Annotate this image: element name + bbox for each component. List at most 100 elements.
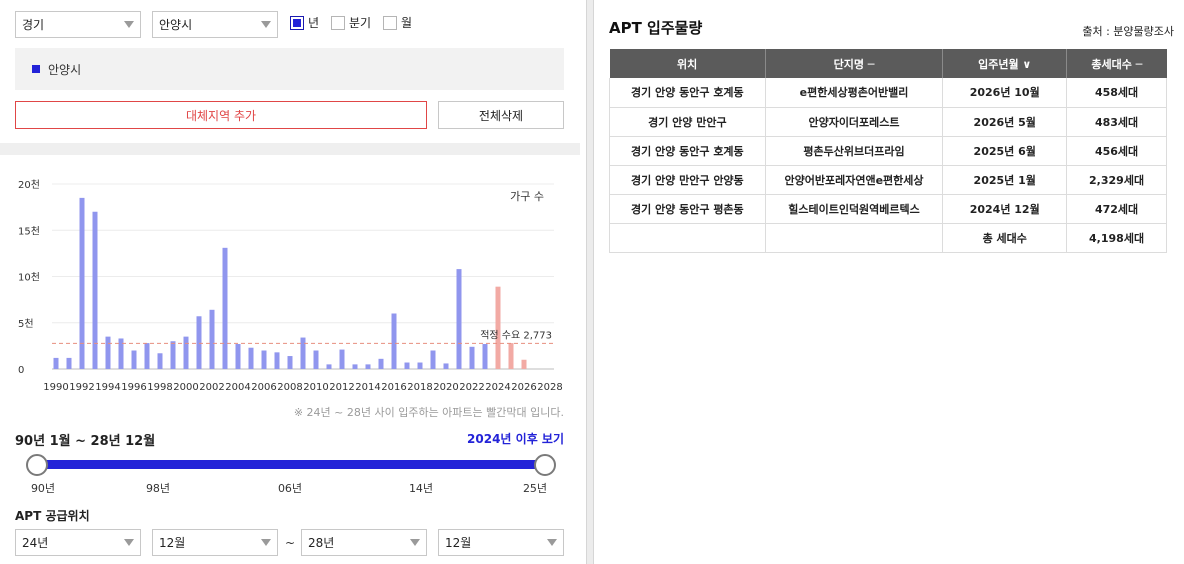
column-header-location[interactable]: 위치	[609, 49, 766, 78]
column-header-move-in[interactable]: 입주년월 ∨	[942, 49, 1068, 78]
total-label: 총 세대수	[942, 223, 1068, 253]
table-row: 경기 안양 만안구 안양동 안양어반포레자연앤e편한세상 2025년 1월 2,329…	[609, 165, 1167, 195]
data-source: 출처 : 분양물량조사	[1082, 25, 1174, 38]
bar	[222, 247, 228, 369]
range-slider-end-handle[interactable]	[534, 454, 556, 476]
bar	[482, 344, 488, 369]
table-cell: 안양자이더포레스트	[765, 107, 944, 137]
range-separator: ~	[285, 536, 296, 550]
x-tick-label: 2018	[407, 382, 432, 393]
range-slider-track[interactable]	[37, 460, 545, 469]
x-tick-label: 2016	[381, 382, 406, 393]
period-month-label: 월	[401, 16, 413, 30]
from-month-select[interactable]: 12월	[152, 529, 278, 556]
table-cell: 2024년 12월	[942, 194, 1068, 224]
table-cell: 483세대	[1066, 107, 1167, 137]
bar	[443, 363, 449, 369]
to-year-value: 28년	[308, 536, 335, 550]
province-select[interactable]: 경기	[15, 11, 141, 38]
bar	[313, 350, 319, 369]
table-row: 경기 안양 동안구 호계동 평촌두산위브더프라임 2025년 6월 456세대	[609, 136, 1167, 166]
from-year-select[interactable]: 24년	[15, 529, 141, 556]
x-tick-label: 2020	[433, 382, 458, 393]
supply-location-title: APT 공급위치	[15, 509, 90, 523]
x-tick-label: 2000	[173, 382, 198, 393]
bar	[521, 359, 527, 369]
table-total-row: 총 세대수 4,198세대	[609, 223, 1167, 253]
table-cell: 평촌두산위브더프라임	[765, 136, 944, 166]
chart-note: ※ 24년 ~ 28년 사이 입주하는 아파트는 빨간막대 입니다.	[293, 406, 564, 419]
bar	[469, 346, 475, 369]
x-tick-label: 2014	[355, 382, 380, 393]
bar	[300, 337, 306, 369]
after-2024-link[interactable]: 2024년 이후 보기	[467, 430, 564, 447]
bar	[339, 349, 345, 369]
range-slider-start-handle[interactable]	[26, 454, 48, 476]
chevron-down-icon	[124, 21, 134, 28]
table-cell: 경기 안양 동안구 호계동	[609, 78, 766, 108]
bar	[144, 343, 150, 369]
delete-all-button[interactable]: 전체삭제	[438, 101, 564, 129]
bar	[105, 336, 111, 369]
bar	[378, 358, 384, 369]
x-tick-label: 2004	[225, 382, 250, 393]
bar	[157, 353, 163, 369]
table-cell: 경기 안양 동안구 호계동	[609, 136, 766, 166]
from-year-value: 24년	[22, 536, 49, 550]
slider-tick: 98년	[145, 482, 171, 495]
bar	[209, 309, 215, 369]
x-tick-label: 2028	[537, 382, 562, 393]
checkbox-year[interactable]	[290, 15, 304, 30]
table-cell: 2025년 1월	[942, 165, 1068, 195]
checkbox-month[interactable]	[383, 15, 397, 30]
period-option-month[interactable]: 월	[383, 14, 412, 31]
chevron-down-icon	[261, 539, 271, 546]
right-panel: APT 입주물량 출처 : 분양물량조사 위치 단지명 ─ 입주년월 ∨ 총세대…	[594, 0, 1184, 564]
bar	[235, 344, 241, 369]
period-option-quarter[interactable]: 분기	[331, 14, 371, 31]
slider-tick: 90년	[30, 482, 56, 495]
panel-divider	[586, 0, 594, 564]
left-panel: 경기 안양시 년 분기 월 안양시 대체지역 추가 전체삭제 0 5천 10천 15천…	[0, 0, 580, 564]
bar	[495, 286, 501, 369]
x-tick-label: 2008	[277, 382, 302, 393]
selected-region-list: 안양시	[15, 48, 564, 90]
table-cell: 경기 안양 만안구	[609, 107, 766, 137]
chevron-down-icon	[261, 21, 271, 28]
column-header-complex[interactable]: 단지명 ─	[765, 49, 944, 78]
to-month-select[interactable]: 12월	[438, 529, 564, 556]
bar	[53, 357, 59, 369]
x-tick-label: 2026	[511, 382, 536, 393]
column-header-households[interactable]: 총세대수 ─	[1066, 49, 1167, 78]
bar	[404, 362, 410, 369]
table-cell: e편한세상평촌어반밸리	[765, 78, 944, 108]
legend-label: 가구 수	[510, 190, 544, 203]
bar	[66, 357, 72, 369]
to-month-value: 12월	[445, 536, 472, 550]
city-select[interactable]: 안양시	[152, 11, 278, 38]
demand-label: 적정 수요 2,773	[480, 329, 552, 341]
bar	[417, 362, 423, 369]
table-cell: 472세대	[1066, 194, 1167, 224]
x-tick-label: 1994	[95, 382, 120, 393]
period-option-year[interactable]: 년	[290, 14, 319, 31]
checkbox-quarter[interactable]	[331, 15, 345, 30]
bar	[326, 364, 332, 369]
bar	[508, 343, 514, 369]
to-year-select[interactable]: 28년	[301, 529, 427, 556]
bar	[248, 347, 254, 369]
table-row: 경기 안양 만안구 안양자이더포레스트 2026년 5월 483세대	[609, 107, 1167, 137]
total-value: 4,198세대	[1066, 223, 1167, 253]
slider-tick: 25년	[522, 482, 548, 495]
table-cell: 2025년 6월	[942, 136, 1068, 166]
x-tick-label: 2006	[251, 382, 276, 393]
slider-tick: 06년	[277, 482, 303, 495]
table-header-row: 위치 단지명 ─ 입주년월 ∨ 총세대수 ─	[609, 49, 1167, 78]
table-row: 경기 안양 동안구 평촌동 힐스테이트인덕원역베르텍스 2024년 12월 472세대	[609, 194, 1167, 224]
bar	[274, 352, 280, 369]
add-region-button[interactable]: 대체지역 추가	[15, 101, 427, 129]
slider-tick: 14년	[408, 482, 434, 495]
table-cell: 2026년 5월	[942, 107, 1068, 137]
x-tick-label: 1998	[147, 382, 172, 393]
x-tick-label: 2012	[329, 382, 354, 393]
